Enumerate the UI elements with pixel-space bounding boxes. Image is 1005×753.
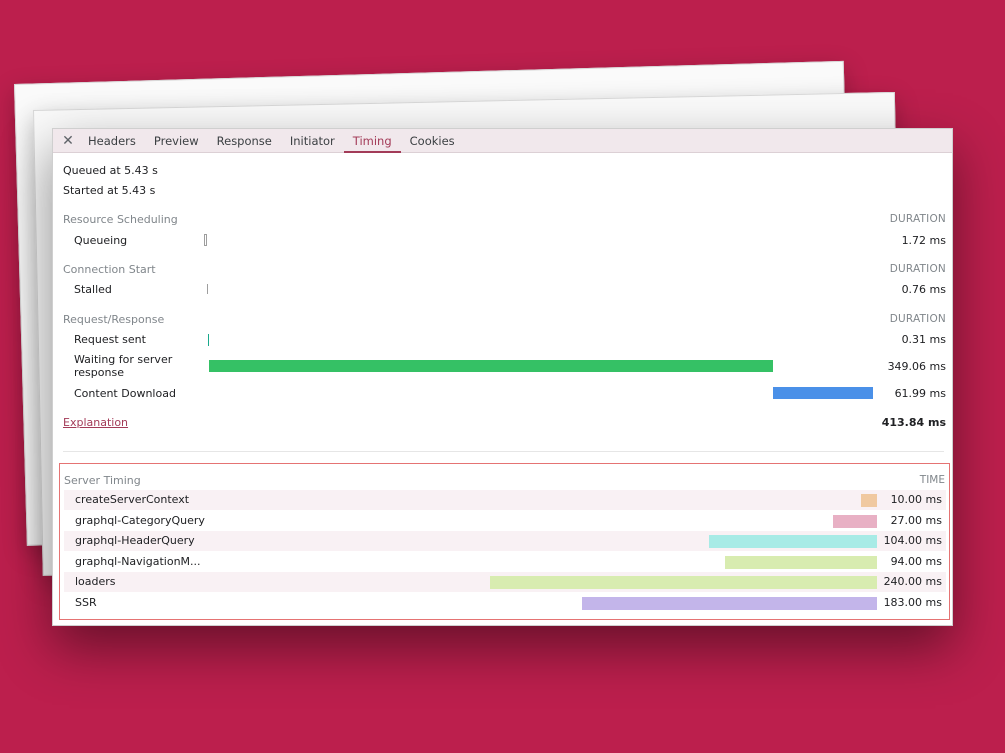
row-value-stalled: 0.76 ms: [901, 283, 946, 296]
time-header: TIME: [919, 474, 945, 486]
row-label-request-sent: Request sent: [74, 333, 146, 346]
server-timing-row: loaders 240.00 ms: [64, 572, 946, 593]
server-timing-label: SSR: [75, 596, 97, 609]
row-label-stalled: Stalled: [74, 283, 112, 296]
request-sent-bar: [208, 334, 209, 346]
server-timing-row: SSR 183.00 ms: [64, 593, 946, 613]
tab-bar: ✕ Headers Preview Response Initiator Tim…: [53, 129, 952, 153]
divider: [63, 451, 944, 452]
row-label-waiting: Waiting for server response: [74, 353, 173, 379]
row-value-request-sent: 0.31 ms: [901, 333, 946, 346]
stalled-bar: [207, 284, 208, 294]
duration-header: DURATION: [889, 313, 946, 325]
row-value-waiting: 349.06 ms: [887, 360, 946, 373]
total-duration: 413.84 ms: [881, 416, 946, 429]
server-timing-label: createServerContext: [75, 493, 190, 506]
row-label-queueing: Queueing: [74, 234, 128, 247]
section-title-request: Request/Response: [63, 313, 165, 326]
server-timing-label: graphql-NavigationM...: [75, 554, 201, 568]
server-timing-bar: [725, 555, 877, 569]
tab-cookies[interactable]: Cookies: [401, 129, 464, 152]
server-timing-value: 104.00 ms: [883, 534, 942, 548]
server-timing-bar: [490, 576, 877, 590]
server-timing-bar: [833, 514, 877, 528]
server-timing-label: graphql-HeaderQuery: [75, 534, 195, 548]
section-title-connection: Connection Start: [63, 263, 156, 276]
server-timing-label: graphql-CategoryQuery: [75, 513, 205, 527]
tab-headers[interactable]: Headers: [79, 129, 145, 152]
row-value-queueing: 1.72 ms: [901, 234, 946, 247]
row-value-download: 61.99 ms: [894, 387, 946, 400]
server-timing-value: 183.00 ms: [883, 596, 942, 609]
duration-header: DURATION: [889, 263, 946, 275]
server-timing-row: createServerContext 10.00 ms: [64, 490, 946, 510]
download-bar: [773, 387, 873, 399]
server-timing-row: graphql-HeaderQuery 104.00 ms: [64, 531, 946, 552]
explanation-link[interactable]: Explanation: [63, 416, 128, 429]
started-at-text: Started at 5.43 s: [63, 184, 156, 197]
server-timing-row: graphql-CategoryQuery 27.00 ms: [64, 511, 946, 531]
tab-initiator[interactable]: Initiator: [281, 129, 344, 152]
tab-preview[interactable]: Preview: [145, 129, 208, 152]
server-timing-bar: [860, 494, 877, 507]
section-title-scheduling: Resource Scheduling: [63, 213, 178, 226]
server-timing-row: graphql-NavigationM... 94.00 ms: [64, 552, 946, 572]
server-timing-bar: [581, 597, 877, 610]
server-timing-box: Server Timing TIME createServerContext 10…: [59, 463, 950, 620]
close-icon[interactable]: ✕: [57, 129, 79, 152]
server-timing-bar: [709, 535, 877, 549]
timing-panel: ✕ Headers Preview Response Initiator Tim…: [52, 128, 953, 626]
server-timing-value: 10.00 ms: [890, 493, 942, 506]
waiting-bar: [209, 360, 773, 372]
server-timing-label: loaders: [75, 575, 116, 589]
tab-timing[interactable]: Timing: [343, 129, 401, 153]
server-timing-value: 27.00 ms: [890, 513, 942, 527]
row-label-download: Content Download: [74, 387, 176, 400]
queued-at-text: Queued at 5.43 s: [63, 164, 158, 177]
server-timing-title: Server Timing: [64, 474, 141, 487]
queueing-bar: [204, 234, 207, 246]
tab-response[interactable]: Response: [208, 129, 281, 152]
server-timing-value: 240.00 ms: [883, 575, 942, 589]
duration-header: DURATION: [889, 213, 946, 225]
server-timing-value: 94.00 ms: [890, 554, 942, 568]
